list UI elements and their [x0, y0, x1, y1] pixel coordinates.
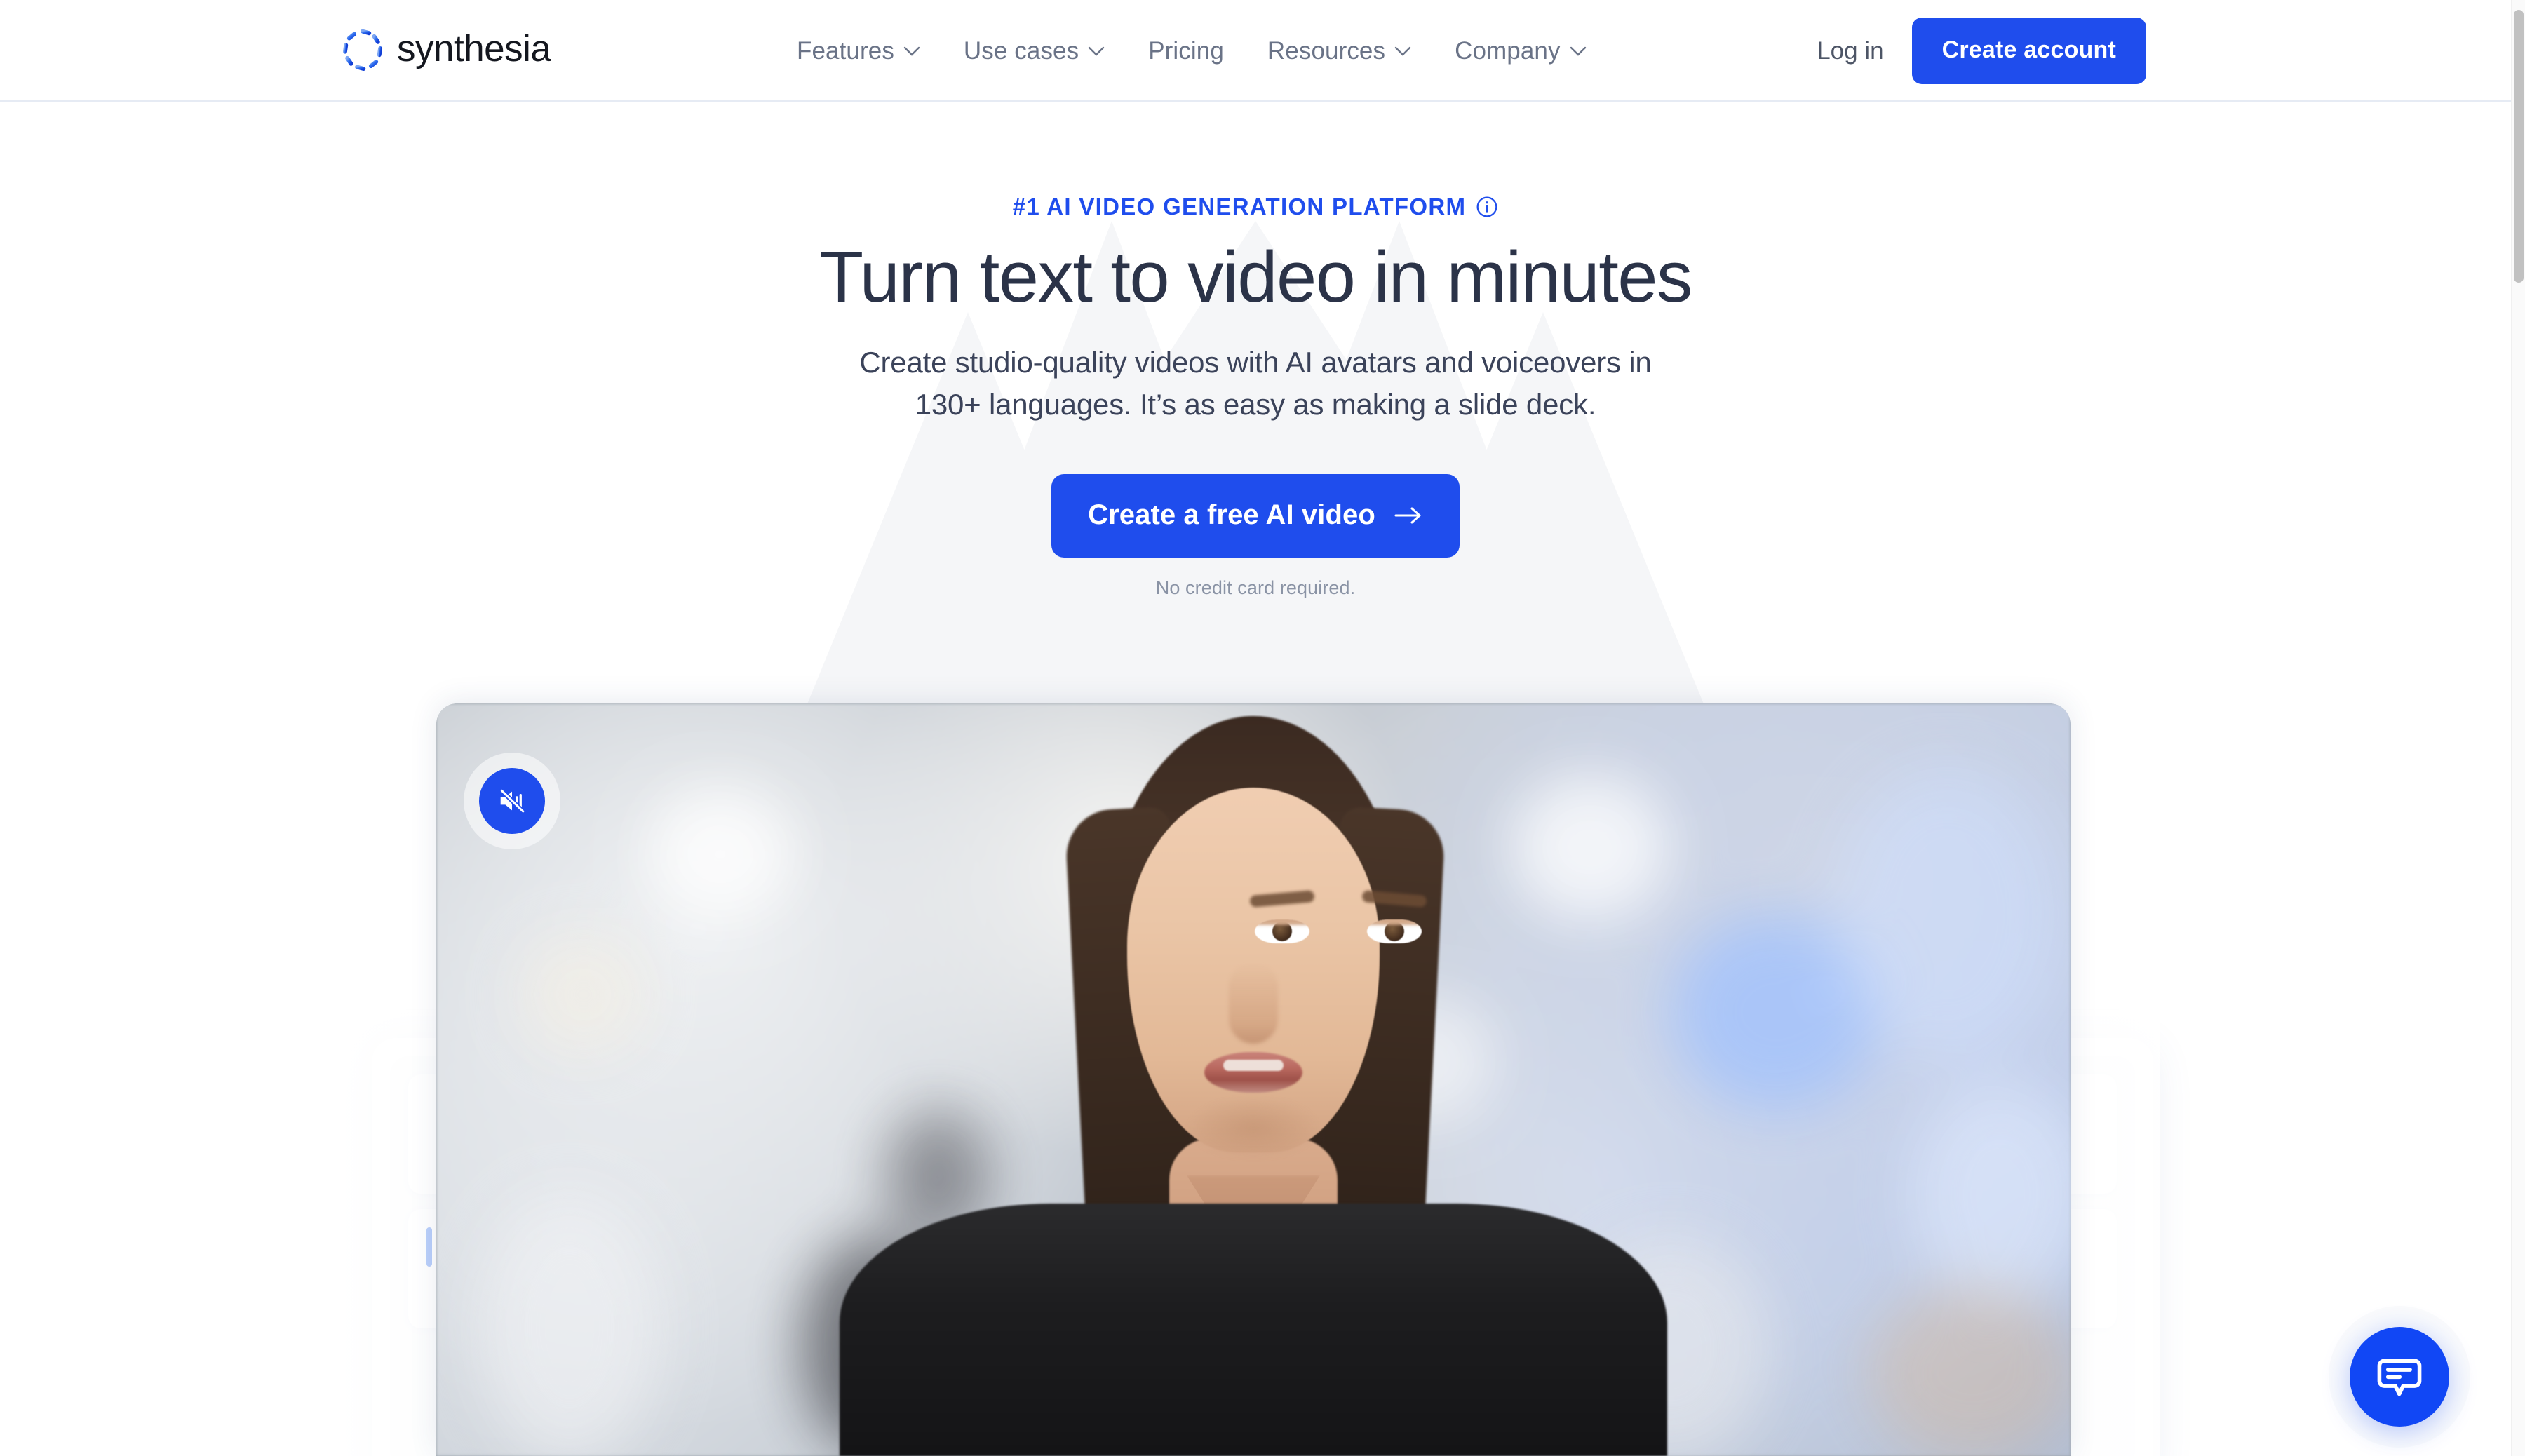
chevron-down-icon: [1089, 46, 1105, 56]
nav-item-label: Use cases: [963, 36, 1079, 65]
hero-subheading: Create studio-quality videos with AI ava…: [0, 342, 2511, 425]
nav-item-label: Resources: [1267, 36, 1386, 65]
arrow-right-icon: [1394, 507, 1421, 524]
hero-section: #1 AI VIDEO GENERATION PLATFORM Turn tex…: [0, 102, 2511, 599]
site-header: synthesia Features Use cases Pricing Res…: [0, 0, 2511, 102]
avatar-chin-shadow: [1187, 1096, 1320, 1159]
hero-subheading-line-2: 130+ languages. It’s as easy as making a…: [915, 387, 1596, 421]
nav-item-use-cases[interactable]: Use cases: [942, 37, 1126, 65]
avatar-nose: [1229, 963, 1278, 1044]
header-actions: Log in Create account: [1817, 0, 2146, 102]
chat-bubble-icon: [2377, 1359, 2422, 1396]
page-title: Turn text to video in minutes: [819, 236, 1692, 317]
ai-avatar: [840, 703, 1667, 1456]
create-free-ai-video-label: Create a free AI video: [1088, 499, 1375, 531]
brand-name: synthesia: [397, 27, 551, 69]
text-cursor: [426, 1227, 432, 1267]
hero-eyebrow-label: #1 AI VIDEO GENERATION PLATFORM: [1012, 194, 1467, 220]
vertical-scrollbar[interactable]: [2511, 0, 2525, 1456]
nav-item-features[interactable]: Features: [775, 37, 942, 65]
mute-toggle-button[interactable]: [479, 768, 545, 834]
nav-item-label: Company: [1455, 36, 1561, 65]
hero-eyebrow: #1 AI VIDEO GENERATION PLATFORM: [0, 194, 2511, 220]
avatar-teeth: [1223, 1060, 1284, 1071]
nav-item-pricing[interactable]: Pricing: [1126, 37, 1246, 65]
chevron-down-icon: [1570, 46, 1586, 56]
primary-navigation: Features Use cases Pricing Resources Com…: [775, 0, 1608, 102]
chevron-down-icon: [1394, 46, 1411, 56]
create-account-button[interactable]: Create account: [1911, 18, 2146, 84]
chevron-down-icon: [903, 46, 920, 56]
chat-widget-button[interactable]: [2350, 1327, 2449, 1427]
hero-cta-wrap: Create a free AI video No credit card re…: [0, 474, 2511, 599]
hero-video[interactable]: [436, 703, 2070, 1456]
info-circle-icon[interactable]: [1476, 196, 1498, 218]
page-root: synthesia Features Use cases Pricing Res…: [0, 0, 2525, 1456]
hero-subheading-line-1: Create studio-quality videos with AI ava…: [859, 346, 1652, 379]
login-link[interactable]: Log in: [1817, 37, 1883, 65]
brand-logo[interactable]: synthesia: [339, 27, 551, 73]
scrollbar-thumb[interactable]: [2514, 10, 2524, 283]
create-free-ai-video-button[interactable]: Create a free AI video: [1051, 474, 1460, 558]
nav-item-label: Features: [797, 36, 894, 65]
nav-item-label: Pricing: [1148, 36, 1224, 65]
avatar-eye-left: [1255, 919, 1309, 943]
avatar-eye-right: [1367, 919, 1422, 943]
speaker-muted-icon: [499, 788, 525, 814]
avatar-shirt: [840, 1204, 1667, 1456]
avatar-lips: [1204, 1052, 1302, 1093]
synthesia-ring-icon: [342, 29, 383, 72]
nav-item-resources[interactable]: Resources: [1246, 37, 1433, 65]
nav-item-company[interactable]: Company: [1433, 37, 1608, 65]
no-credit-card-note: No credit card required.: [1155, 577, 1356, 599]
